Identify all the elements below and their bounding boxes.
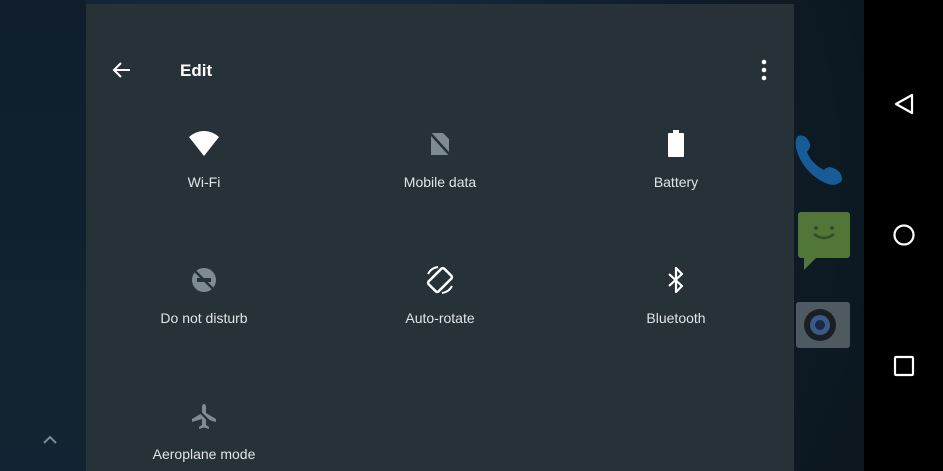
more-options-button[interactable]	[752, 58, 776, 86]
tile-wifi[interactable]: Wi-Fi	[114, 128, 294, 208]
nav-home-button[interactable]	[891, 223, 917, 252]
nav-back-icon	[893, 92, 915, 121]
tile-bluetooth[interactable]: Bluetooth	[586, 264, 766, 344]
tile-label: Aeroplane mode	[152, 446, 256, 462]
mobile-data-off-icon	[424, 128, 456, 160]
tile-auto-rotate[interactable]: Auto-rotate	[350, 264, 530, 344]
arrow-back-icon	[110, 58, 134, 87]
tile-label: Wi-Fi	[187, 174, 221, 190]
tile-label: Auto-rotate	[405, 310, 475, 326]
airplane-icon	[188, 400, 220, 432]
phone-app-icon[interactable]	[794, 128, 850, 193]
tile-label: Mobile data	[403, 174, 477, 190]
auto-rotate-icon	[424, 264, 456, 296]
nav-home-icon	[892, 223, 916, 252]
nav-recents-icon	[893, 355, 915, 382]
wifi-icon	[188, 128, 220, 160]
back-button[interactable]	[108, 58, 136, 86]
tile-label: Do not disturb	[160, 310, 248, 326]
messaging-app-icon[interactable]	[798, 210, 854, 277]
screen: Edit Wi-Fi Mobile data Battery Do not di…	[0, 0, 943, 471]
tile-battery[interactable]: Battery	[586, 128, 766, 208]
do-not-disturb-off-icon	[188, 264, 220, 296]
edit-header: Edit	[86, 50, 794, 94]
home-screen-icons	[794, 0, 864, 471]
tile-do-not-disturb[interactable]: Do not disturb	[114, 264, 294, 344]
tile-mobile-data[interactable]: Mobile data	[350, 128, 530, 208]
nav-recents-button[interactable]	[891, 355, 917, 381]
home-screen-left-edge	[0, 0, 86, 471]
bluetooth-icon	[660, 264, 692, 296]
navigation-bar	[864, 0, 943, 471]
tile-label: Bluetooth	[646, 310, 706, 326]
chevron-up-icon[interactable]	[38, 428, 62, 452]
tile-aeroplane-mode[interactable]: Aeroplane mode	[114, 400, 294, 471]
more-vert-icon	[761, 59, 767, 86]
battery-icon	[660, 128, 692, 160]
camera-app-icon[interactable]	[796, 300, 852, 357]
quick-settings-edit-panel: Edit Wi-Fi Mobile data Battery Do not di…	[86, 4, 794, 471]
nav-back-button[interactable]	[891, 93, 917, 119]
page-title: Edit	[180, 61, 213, 80]
tile-label: Battery	[653, 174, 699, 190]
